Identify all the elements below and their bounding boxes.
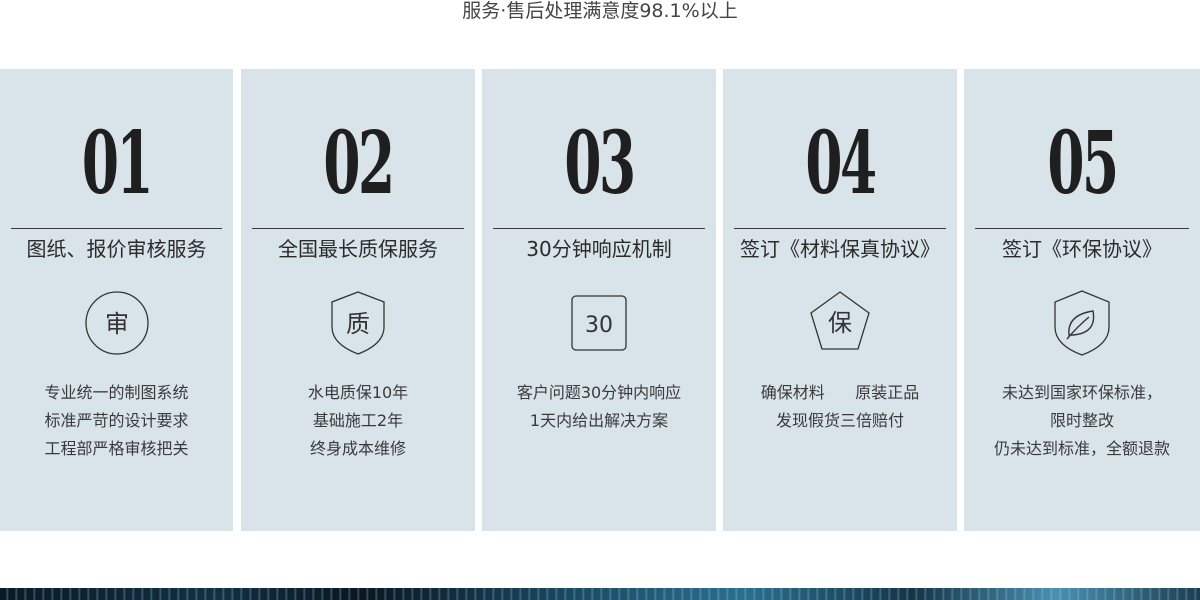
description-line: 仍未达到标准，全额退款 bbox=[993, 439, 1170, 458]
icon-glyph: 审 bbox=[105, 310, 129, 338]
description-line: 专业统一的制图系统 bbox=[44, 383, 189, 402]
card-description: 专业统一的制图系统 标准严苛的设计要求 工程部严格审核把关 bbox=[0, 379, 233, 463]
card-number: 01 bbox=[81, 113, 154, 214]
description-line: 客户问题30分钟内响应 bbox=[516, 383, 682, 402]
service-card-1: 01 图纸、报价审核服务 审 专业统一的制图系统 标准严苛的设计要求 工程部严格… bbox=[0, 69, 233, 531]
divider bbox=[252, 228, 464, 229]
description-line: 水电质保10年 bbox=[307, 383, 409, 402]
icon-glyph: 质 bbox=[346, 310, 370, 338]
pentagon-badge-icon: 保 bbox=[805, 289, 875, 357]
description-line: 终身成本维修 bbox=[309, 439, 406, 458]
description-line: 基础施工2年 bbox=[312, 411, 404, 430]
card-number: 04 bbox=[805, 113, 877, 214]
card-number: 02 bbox=[323, 113, 395, 214]
card-number: 03 bbox=[564, 113, 636, 214]
service-cards: 01 图纸、报价审核服务 审 专业统一的制图系统 标准严苛的设计要求 工程部严格… bbox=[0, 69, 1200, 531]
service-card-4: 04 签订《材料保真协议》 保 确保材料 原装正品 发现假货三倍赔付 bbox=[723, 69, 957, 531]
card-title: 30分钟响应机制 bbox=[526, 237, 672, 261]
description-line: 1天内给出解决方案 bbox=[529, 411, 669, 430]
card-description: 未达到国家环保标准， 限时整改 仍未达到标准，全额退款 bbox=[964, 379, 1200, 463]
card-description: 确保材料 原装正品 发现假货三倍赔付 bbox=[723, 379, 957, 435]
shield-badge-icon: 质 bbox=[323, 289, 393, 357]
description-line: 限时整改 bbox=[1049, 411, 1114, 430]
divider bbox=[975, 228, 1189, 229]
rounded-square-badge-icon: 30 bbox=[564, 289, 634, 357]
card-title: 全国最长质保服务 bbox=[278, 237, 438, 261]
service-card-3: 03 30分钟响应机制 30 客户问题30分钟内响应 1天内给出解决方案 bbox=[482, 69, 716, 531]
card-title: 图纸、报价审核服务 bbox=[26, 237, 207, 261]
icon-glyph: 保 bbox=[828, 309, 852, 337]
description-line: 标准严苛的设计要求 bbox=[44, 411, 189, 430]
card-number: 05 bbox=[1047, 113, 1119, 214]
description-line: 未达到国家环保标准， bbox=[1001, 383, 1162, 402]
divider bbox=[734, 228, 946, 229]
card-description: 水电质保10年 基础施工2年 终身成本维修 bbox=[241, 379, 475, 463]
divider bbox=[11, 228, 222, 229]
service-card-5: 05 签订《环保协议》 未达到国家环保标准， 限时整改 仍未达到标准，全额退款 bbox=[964, 69, 1200, 531]
banner-texture bbox=[0, 588, 1200, 600]
card-title: 签订《环保协议》 bbox=[1002, 237, 1162, 261]
decorative-banner-strip bbox=[0, 588, 1200, 600]
description-line: 确保材料 原装正品 bbox=[760, 383, 920, 402]
card-title: 签订《材料保真协议》 bbox=[740, 237, 940, 261]
shield-leaf-icon bbox=[1047, 289, 1117, 357]
icon-glyph: 30 bbox=[585, 313, 613, 338]
description-line: 发现假货三倍赔付 bbox=[775, 411, 904, 430]
divider bbox=[493, 228, 705, 229]
page-caption: 服务·售后处理满意度98.1%以上 bbox=[462, 0, 738, 22]
description-line: 工程部严格审核把关 bbox=[44, 439, 189, 458]
card-description: 客户问题30分钟内响应 1天内给出解决方案 bbox=[482, 379, 716, 435]
circle-badge-icon: 审 bbox=[82, 289, 152, 357]
service-card-2: 02 全国最长质保服务 质 水电质保10年 基础施工2年 终身成本维修 bbox=[241, 69, 475, 531]
